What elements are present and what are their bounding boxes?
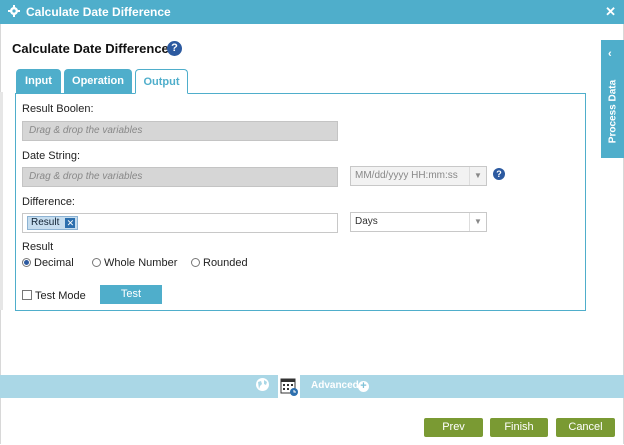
globe-icon[interactable] bbox=[255, 377, 270, 392]
chevron-down-icon: ▼ bbox=[469, 167, 486, 185]
window-title: Calculate Date Difference bbox=[26, 5, 171, 19]
calendar-icon bbox=[280, 378, 298, 396]
test-button[interactable]: Test bbox=[100, 285, 162, 304]
cancel-button[interactable]: Cancel bbox=[556, 418, 615, 437]
date-string-dropzone[interactable]: Drag & drop the variables bbox=[22, 167, 338, 187]
radio-rounded[interactable] bbox=[191, 258, 200, 267]
help-icon[interactable]: ? bbox=[167, 41, 182, 56]
finish-button[interactable]: Finish bbox=[490, 418, 548, 437]
window-titlebar: Calculate Date Difference ✕ bbox=[0, 0, 624, 24]
remove-icon[interactable]: ✕ bbox=[65, 218, 76, 228]
radio-whole-number[interactable] bbox=[92, 258, 101, 267]
advanced-label[interactable]: Advanced bbox=[311, 380, 359, 391]
radio-decimal-label: Decimal bbox=[34, 257, 74, 269]
unit-value: Days bbox=[355, 216, 378, 227]
tab-input[interactable]: Input bbox=[16, 69, 61, 93]
schedule-tab[interactable] bbox=[278, 375, 300, 398]
left-divider bbox=[0, 92, 3, 310]
chevron-left-icon: ‹ bbox=[608, 48, 612, 60]
gear-icon bbox=[8, 5, 20, 17]
radio-whole-number-label: Whole Number bbox=[104, 257, 178, 269]
variable-chip: Result ✕ bbox=[27, 216, 79, 230]
date-format-help-icon[interactable]: ? bbox=[493, 168, 505, 180]
process-data-label: Process Data bbox=[607, 79, 619, 144]
close-icon[interactable]: ✕ bbox=[605, 4, 616, 20]
test-mode-checkbox[interactable] bbox=[22, 290, 32, 300]
date-string-label: Date String: bbox=[22, 150, 81, 162]
chevron-down-icon: ▼ bbox=[469, 213, 486, 231]
variable-chip-label: Result bbox=[31, 217, 60, 228]
result-boolean-label: Result Boolen: bbox=[22, 103, 94, 115]
plus-icon[interactable]: + bbox=[358, 381, 369, 392]
prev-button[interactable]: Prev bbox=[424, 418, 483, 437]
difference-label: Difference: bbox=[22, 196, 75, 208]
tab-output[interactable]: Output bbox=[135, 69, 188, 94]
difference-input[interactable]: Result ✕ bbox=[22, 213, 338, 233]
radio-decimal[interactable] bbox=[22, 258, 31, 267]
test-mode-label: Test Mode bbox=[35, 290, 86, 302]
result-label: Result bbox=[22, 241, 54, 253]
process-data-tab[interactable]: ‹ Process Data bbox=[601, 40, 624, 158]
page-title: Calculate Date Difference bbox=[12, 41, 169, 56]
date-format-select[interactable]: MM/dd/yyyy HH:mm:ss ▼ bbox=[350, 166, 487, 186]
tab-operation[interactable]: Operation bbox=[64, 69, 132, 93]
radio-rounded-label: Rounded bbox=[203, 257, 248, 269]
result-boolean-dropzone[interactable]: Drag & drop the variables bbox=[22, 121, 338, 141]
unit-select[interactable]: Days ▼ bbox=[350, 212, 487, 232]
date-format-value: MM/dd/yyyy HH:mm:ss bbox=[355, 170, 458, 181]
